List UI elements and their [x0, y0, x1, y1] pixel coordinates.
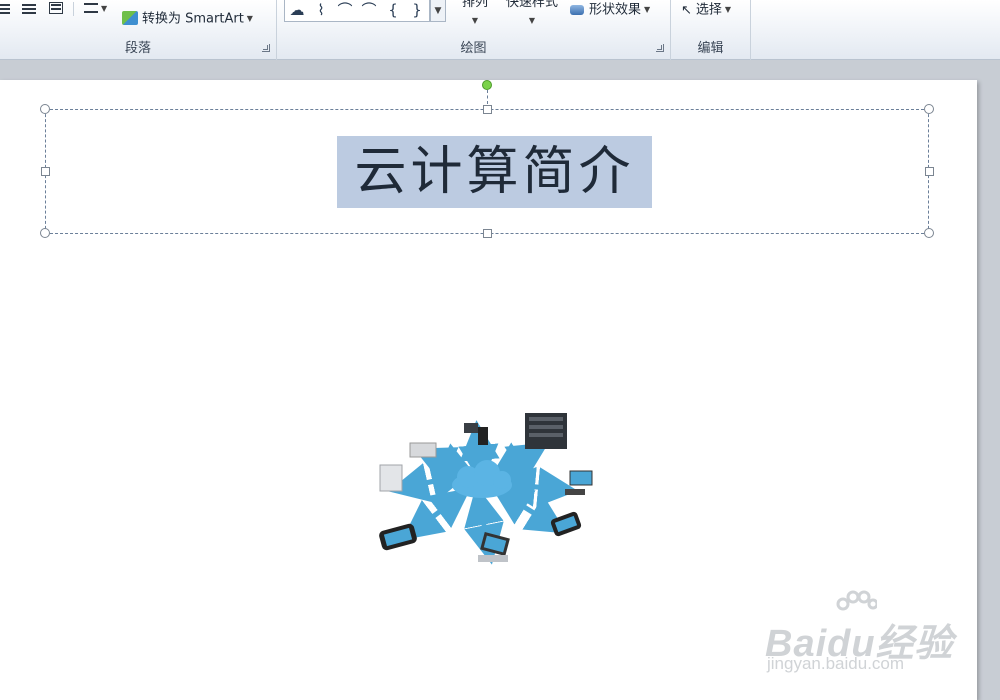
shape-effects-button[interactable]: 形状效果 ▼ [570, 1, 650, 20]
right-brace-shape-icon[interactable]: } [405, 0, 429, 20]
quick-styles-button[interactable]: 快速样式 ▼ [502, 0, 562, 30]
smartphone-icon [550, 511, 582, 537]
convert-smartart-button[interactable]: 转换为 SmartArt ▼ [122, 10, 253, 29]
paragraph-group: ▼ 转换为 SmartArt ▼ 段落 [0, 0, 277, 60]
arc-shape-icon[interactable]: ⌒ [333, 0, 357, 20]
shape-effects-icon [570, 4, 584, 15]
monitor-icon [565, 470, 593, 495]
text-direction-button[interactable]: ▼ [84, 0, 107, 19]
chevron-down-icon: ▼ [528, 16, 536, 25]
resize-handle-bottom[interactable] [483, 229, 492, 238]
editing-group: ↖ 选择 ▼ 编辑 [671, 0, 751, 60]
nas-box-icon [379, 464, 403, 492]
rotation-handle[interactable] [482, 80, 492, 90]
resize-handle-left[interactable] [41, 167, 50, 176]
mobile-phone-icon [379, 523, 417, 551]
resize-handle-top-right[interactable] [924, 104, 934, 114]
cursor-arrow-icon: ↖ [681, 2, 692, 18]
cloud-network-illustration[interactable] [370, 405, 610, 580]
shape-gallery[interactable]: ☁ ⌇ ⌒ ⌒{} [284, 0, 430, 22]
server-rack-icon [525, 413, 567, 449]
rotation-line [487, 90, 488, 104]
editing-group-label: 编辑 [697, 41, 724, 56]
squiggle-shape-icon[interactable]: ⌇ [309, 0, 333, 20]
left-brace-shape-icon[interactable]: { [381, 0, 405, 20]
slide-title[interactable]: 云计算简介 [337, 136, 652, 208]
divider [73, 2, 74, 16]
printer-icon [409, 442, 437, 458]
cloud-shape-icon[interactable]: ☁ [285, 0, 309, 20]
arrange-label: 排列 [461, 0, 488, 10]
text-direction-icon [84, 2, 98, 13]
quick-styles-label: 快速样式 [505, 0, 558, 10]
chevron-down-icon: ▼ [471, 16, 479, 25]
drawing-group-label: 绘图 [460, 41, 487, 56]
smartart-icon [122, 10, 138, 25]
drawing-dialog-launcher[interactable] [656, 44, 664, 52]
arrange-button[interactable]: 排列 ▼ [459, 0, 491, 30]
resize-handle-bottom-right[interactable] [924, 228, 934, 238]
resize-handle-bottom-left[interactable] [40, 228, 50, 238]
cloud-icon [452, 460, 512, 498]
select-button[interactable]: ↖ 选择 ▼ [681, 1, 731, 20]
ribbon: ▼ 转换为 SmartArt ▼ 段落 绘图 ☁ ⌇ ⌒ ⌒{} ▼ 排列 ▼ 快速样式… [0, 0, 1000, 60]
shape-effects-label: 形状效果 [589, 2, 642, 18]
paragraph-dialog-launcher[interactable] [262, 44, 270, 52]
align-justify-icon[interactable] [0, 4, 10, 16]
curve-shape-icon[interactable]: ⌒ [357, 0, 381, 20]
resize-handle-right[interactable] [925, 167, 934, 176]
distributed-align-icon[interactable] [22, 4, 36, 16]
resize-handle-top[interactable] [483, 105, 492, 114]
baidu-watermark: Baidu经验 jingyan.baidu.com [765, 590, 965, 680]
laptop-icon [478, 531, 510, 562]
convert-smartart-label: 转换为 SmartArt [142, 11, 244, 27]
columns-icon[interactable] [49, 2, 63, 14]
gallery-more-button[interactable]: ▼ [430, 0, 446, 22]
select-label: 选择 [695, 2, 722, 18]
watermark-url: jingyan.baidu.com [767, 654, 905, 673]
resize-handle-top-left[interactable] [40, 104, 50, 114]
paragraph-group-label: 段落 [124, 41, 151, 56]
